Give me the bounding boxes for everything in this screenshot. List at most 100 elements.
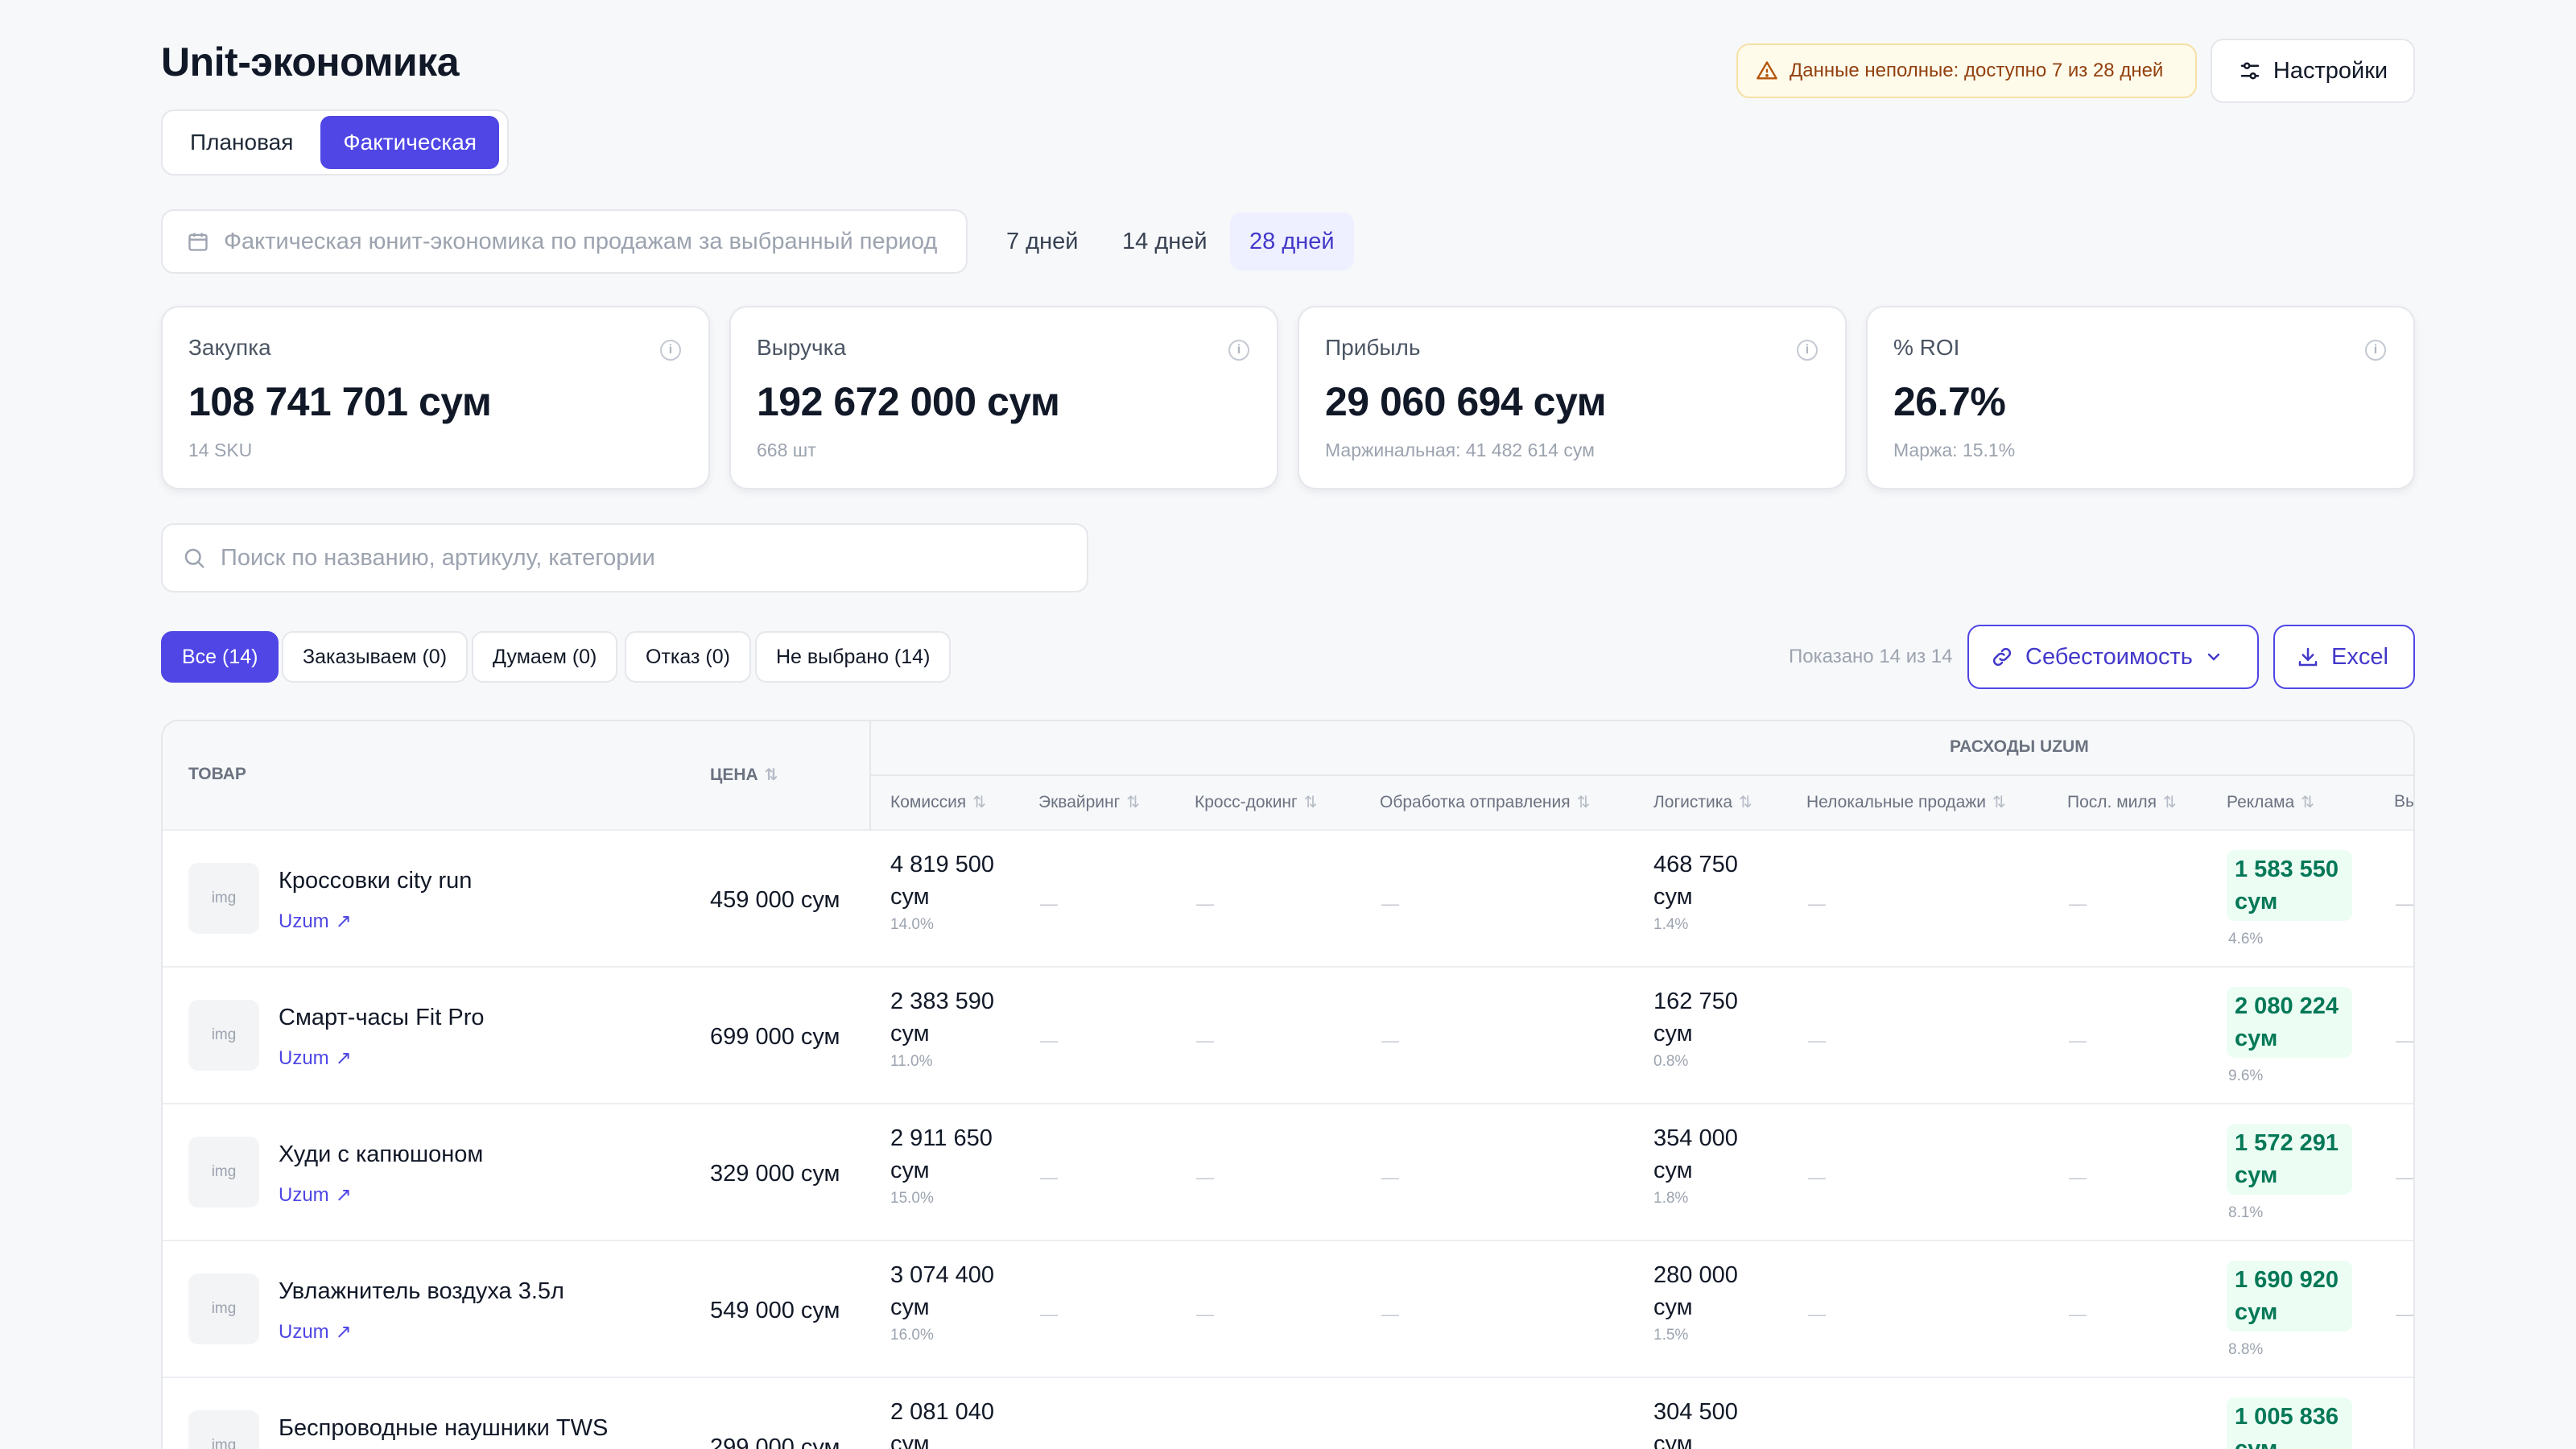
last-mile-empty: — — [2069, 1441, 2087, 1449]
logistics-percent: 0.8% — [1653, 1053, 1689, 1070]
kpi-card-purchase: Закупка 108 741 701 сум 14 SKU i — [161, 306, 710, 489]
uzum-link[interactable]: Uzum ↗ — [279, 1320, 352, 1344]
period-7-days[interactable]: 7 дней — [987, 213, 1097, 270]
search-placeholder: Поиск по названию, артикулу, категории — [221, 544, 655, 571]
column-header-truncated[interactable]: Вы — [2394, 792, 2413, 811]
group-divider-line — [869, 774, 2413, 776]
mode-switch: Плановая Фактическая — [161, 109, 509, 175]
kpi-value: 26.7% — [1893, 379, 2006, 424]
processing-empty: — — [1381, 1441, 1399, 1449]
uzum-link[interactable]: Uzum ↗ — [279, 1183, 352, 1207]
table-row[interactable]: img Беспроводные наушники TWS Uzum↗ 299 … — [163, 1378, 2413, 1449]
column-header-logistics[interactable]: Логистика ⇅ — [1653, 792, 1752, 812]
cross-docking-empty: — — [1196, 1304, 1214, 1324]
commission-value: 3 074 400 сум — [890, 1262, 995, 1320]
nonlocal-sales-empty: — — [1808, 1167, 1826, 1187]
tab-actual[interactable]: Фактическая — [320, 116, 500, 169]
cost-button-label: Себестоимость — [2025, 643, 2193, 670]
product-thumbnail: img — [188, 1274, 259, 1344]
search-input[interactable]: Поиск по названию, артикулу, категории — [161, 523, 1088, 592]
info-icon[interactable]: i — [2365, 340, 2386, 361]
external-link-icon: ↗ — [335, 910, 352, 932]
sort-icon: ⇅ — [972, 794, 986, 811]
external-link-icon: ↗ — [335, 1321, 352, 1343]
tab-planned[interactable]: Плановая — [167, 116, 316, 169]
column-header-acquiring[interactable]: Эквайринг ⇅ — [1038, 792, 1140, 812]
period-28-days[interactable]: 28 дней — [1230, 213, 1354, 270]
commission-percent: 11.0% — [890, 1053, 933, 1070]
product-name: Худи с капюшоном — [279, 1141, 484, 1167]
logistics-value: 354 000 сум — [1653, 1125, 1738, 1183]
sort-icon: ⇅ — [1303, 794, 1318, 811]
column-header-commission[interactable]: Комиссия ⇅ — [890, 792, 986, 812]
column-header-processing[interactable]: Обработка отправления ⇅ — [1380, 792, 1590, 812]
table-row[interactable]: img Смарт-часы Fit Pro Uzum ↗ 699 000 сум… — [163, 968, 2413, 1104]
info-icon[interactable]: i — [1797, 340, 1818, 361]
cost-dropdown-button[interactable]: Себестоимость — [1967, 625, 2259, 689]
commission-percent: 14.0% — [890, 916, 934, 933]
column-header-ads[interactable]: Реклама ⇅ — [2227, 792, 2314, 812]
settings-button[interactable]: Настройки — [2211, 39, 2415, 103]
column-header-product[interactable]: ТОВАР — [188, 765, 246, 784]
period-description-field[interactable]: Фактическая юнит-экономика по продажам з… — [161, 209, 968, 274]
incomplete-data-warning: Данные неполные: доступно 7 из 28 дней — [1736, 43, 2197, 98]
kpi-sub: 668 шт — [757, 440, 816, 460]
unit-economics-page: Unit-экономика Плановая Фактическая Данн… — [161, 0, 2415, 1449]
filter-thinking[interactable]: Думаем (0) — [472, 631, 618, 683]
table-row[interactable]: img Худи с капюшоном Uzum ↗ 329 000 сум 2… — [163, 1104, 2413, 1241]
cross-docking-empty: — — [1196, 1441, 1214, 1449]
period-14-days[interactable]: 14 дней — [1103, 213, 1227, 270]
commission-percent: 15.0% — [890, 1190, 934, 1207]
external-link-icon: ↗ — [335, 1047, 352, 1069]
processing-empty: — — [1381, 1304, 1399, 1324]
ads-value: 1 583 550 сум — [2227, 850, 2352, 921]
filter-not-selected[interactable]: Не выбрано (14) — [755, 631, 952, 683]
filter-all[interactable]: Все (14) — [161, 631, 279, 683]
product-name: Беспроводные наушники TWS — [279, 1415, 609, 1441]
nonlocal-sales-empty: — — [1808, 1304, 1826, 1324]
logistics-value: 304 500 сум — [1653, 1399, 1738, 1449]
chevron-down-icon — [2207, 653, 2220, 661]
excel-export-button[interactable]: Excel — [2273, 625, 2415, 689]
cross-docking-empty: — — [1196, 1167, 1214, 1187]
ads-percent: 8.8% — [2228, 1341, 2264, 1358]
uzum-link[interactable]: Uzum ↗ — [279, 910, 352, 933]
kpi-sub: 14 SKU — [188, 440, 253, 460]
ads-value: 1 572 291 сум — [2227, 1124, 2352, 1195]
last-mile-empty: — — [2069, 894, 2087, 914]
link-icon — [1992, 647, 2012, 667]
product-name: Кроссовки city run — [279, 868, 473, 894]
column-header-price[interactable]: ЦЕНА ⇅ — [710, 765, 778, 785]
table-row[interactable]: img Кроссовки city run Uzum ↗ 459 000 сум… — [163, 831, 2413, 968]
acquiring-empty: — — [1040, 1030, 1058, 1051]
commission-value: 2 081 040 сум — [890, 1399, 995, 1449]
kpi-label: % ROI — [1893, 335, 1960, 360]
ads-value: 1 005 836 сум — [2227, 1397, 2352, 1449]
nonlocal-sales-empty: — — [1808, 1030, 1826, 1051]
ads-percent: 8.1% — [2228, 1204, 2264, 1221]
table-row[interactable]: img Увлажнитель воздуха 3.5л Uzum ↗ 549 0… — [163, 1241, 2413, 1378]
external-link-icon: ↗ — [335, 1184, 352, 1206]
price-cell: 699 000 сум — [710, 1024, 840, 1050]
period-description: Фактическая юнит-экономика по продажам з… — [224, 228, 938, 254]
processing-empty: — — [1381, 894, 1399, 914]
column-header-nonlocal-sales[interactable]: Нелокальные продажи ⇅ — [1806, 792, 2006, 812]
logistics-percent: 1.8% — [1653, 1190, 1689, 1207]
filter-ordering[interactable]: Заказываем (0) — [282, 631, 469, 683]
sort-icon: ⇅ — [764, 766, 778, 784]
info-icon[interactable]: i — [1228, 340, 1249, 361]
column-header-last-mile[interactable]: Посл. миля ⇅ — [2067, 792, 2177, 812]
group-header-uzum-expenses: РАСХОДЫ UZUM — [1950, 737, 2089, 756]
cross-docking-empty: — — [1196, 1030, 1214, 1051]
commission-value: 2 383 590 сум — [890, 989, 995, 1046]
kpi-sub: Маржа: 15.1% — [1893, 440, 2016, 460]
column-header-cross-docking[interactable]: Кросс-докинг ⇅ — [1195, 792, 1317, 812]
product-thumbnail: img — [188, 863, 259, 934]
sort-icon: ⇅ — [1576, 794, 1591, 811]
kpi-value: 29 060 694 сум — [1325, 379, 1607, 424]
warning-icon — [1757, 61, 1777, 80]
uzum-link[interactable]: Uzum ↗ — [279, 1046, 352, 1070]
info-icon[interactable]: i — [660, 340, 681, 361]
filter-rejected[interactable]: Отказ (0) — [625, 631, 751, 683]
product-thumbnail: img — [188, 1000, 259, 1071]
